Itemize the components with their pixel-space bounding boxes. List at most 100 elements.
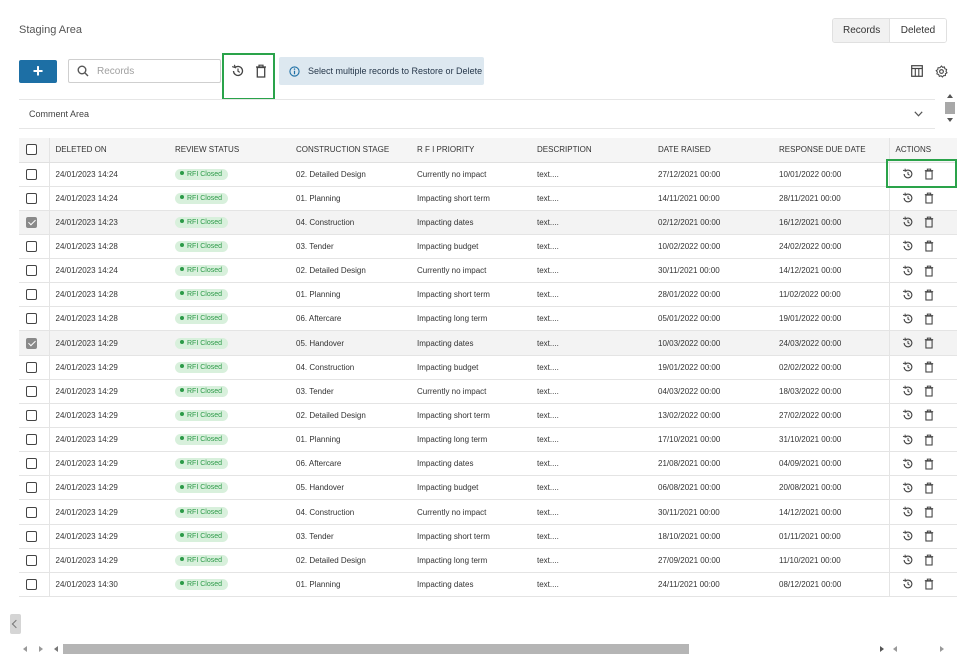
trash-icon[interactable] [924, 361, 934, 373]
restore-icon[interactable] [902, 192, 914, 204]
row-checkbox[interactable] [26, 337, 37, 349]
restore-icon[interactable] [902, 434, 914, 446]
row-checkbox[interactable] [26, 265, 37, 277]
scroll-thumb[interactable] [945, 102, 955, 114]
restore-icon[interactable] [902, 337, 914, 349]
row-checkbox[interactable] [26, 458, 37, 470]
restore-icon[interactable] [902, 530, 914, 542]
table-row[interactable]: 24/01/2023 14:29 RFI Closed 06. Aftercare I… [19, 451, 957, 477]
restore-icon[interactable] [902, 385, 914, 397]
restore-icon[interactable] [902, 289, 914, 301]
table-row[interactable]: 24/01/2023 14:29 RFI Closed 02. Detailed D… [19, 548, 957, 573]
scroll-right-arrow[interactable] [39, 646, 43, 652]
table-row[interactable]: 24/01/2023 14:29 RFI Closed 04. Constructi… [19, 499, 957, 525]
trash-icon[interactable] [924, 313, 934, 325]
restore-icon[interactable] [902, 216, 914, 228]
table-row[interactable]: 24/01/2023 14:29 RFI Closed 03. Tender Impa… [19, 524, 957, 549]
table-row[interactable]: 24/01/2023 14:28 RFI Closed 03. Tender Impa… [19, 234, 957, 260]
trash-icon[interactable] [924, 337, 934, 349]
trash-icon[interactable] [924, 554, 934, 566]
restore-icon[interactable] [902, 482, 914, 494]
row-checkbox[interactable] [26, 385, 37, 397]
scroll-left-arrow[interactable] [23, 646, 27, 652]
scroll-right-arrow[interactable] [880, 646, 884, 652]
search-box[interactable] [68, 59, 221, 83]
trash-icon[interactable] [924, 240, 934, 253]
row-checkbox[interactable] [26, 409, 37, 421]
scroll-left-arrow[interactable] [54, 646, 58, 652]
chevron-down-icon[interactable] [914, 111, 923, 117]
trash-icon[interactable] [924, 289, 934, 301]
comment-area[interactable]: Comment Area [19, 99, 935, 129]
trash-icon[interactable] [924, 530, 934, 542]
row-checkbox[interactable] [26, 434, 37, 446]
scroll-thumb[interactable] [63, 644, 689, 654]
table-row[interactable]: 24/01/2023 14:30 RFI Closed 01. Planning Im… [19, 572, 957, 598]
row-checkbox[interactable] [26, 361, 37, 373]
collapse-panel-button[interactable] [10, 614, 21, 634]
col-construction-stage[interactable]: CONSTRUCTION STAGE [290, 138, 411, 163]
deleted-tab[interactable]: Deleted [890, 19, 946, 42]
trash-icon[interactable] [924, 409, 934, 422]
trash-icon[interactable] [924, 216, 934, 228]
row-checkbox[interactable] [26, 554, 37, 566]
col-date-raised[interactable]: DATE RAISED [652, 138, 773, 163]
restore-icon[interactable] [902, 409, 914, 421]
table-row[interactable]: 24/01/2023 14:29 RFI Closed 03. Tender Curr… [19, 379, 957, 404]
restore-icon[interactable] [902, 554, 914, 566]
row-checkbox[interactable] [26, 192, 37, 204]
col-response-due-date[interactable]: RESPONSE DUE DATE [773, 138, 889, 163]
col-review-status[interactable]: REVIEW STATUS [169, 138, 290, 163]
table-row[interactable]: 24/01/2023 14:29 RFI Closed 02. Detailed D… [19, 403, 957, 429]
restore-icon[interactable] [902, 578, 914, 590]
table-row[interactable]: 24/01/2023 14:29 RFI Closed 04. Constructi… [19, 355, 957, 380]
restore-icon[interactable] [231, 64, 245, 78]
row-checkbox[interactable] [26, 313, 37, 325]
table-row[interactable]: 24/01/2023 14:24 RFI Closed 02. Detailed D… [19, 162, 957, 187]
horizontal-scrollbar[interactable] [19, 642, 949, 656]
row-checkbox[interactable] [26, 506, 37, 518]
table-row[interactable]: 24/01/2023 14:24 RFI Closed 01. Planning Im… [19, 186, 957, 211]
trash-icon[interactable] [924, 192, 934, 204]
restore-icon[interactable] [902, 240, 914, 252]
vertical-scrollbar[interactable] [944, 94, 956, 126]
row-checkbox[interactable] [26, 578, 37, 590]
select-all-checkbox[interactable] [26, 144, 37, 156]
trash-icon[interactable] [924, 385, 934, 397]
trash-icon[interactable] [924, 578, 934, 590]
row-checkbox[interactable] [26, 216, 37, 228]
table-row[interactable]: 24/01/2023 14:28 RFI Closed 06. Aftercare I… [19, 306, 957, 332]
table-row[interactable]: 24/01/2023 14:29 RFI Closed 01. Planning Im… [19, 427, 957, 453]
row-checkbox[interactable] [26, 240, 37, 252]
scroll-down-arrow[interactable] [947, 118, 953, 122]
row-checkbox[interactable] [26, 530, 37, 542]
restore-icon[interactable] [902, 361, 914, 373]
scroll-left-arrow[interactable] [893, 646, 897, 652]
scroll-up-arrow[interactable] [947, 94, 953, 98]
row-checkbox[interactable] [26, 289, 37, 301]
row-checkbox[interactable] [26, 168, 37, 180]
records-tab[interactable]: Records [833, 19, 890, 42]
trash-icon[interactable] [924, 458, 934, 470]
trash-icon[interactable] [924, 482, 934, 494]
restore-icon[interactable] [902, 265, 914, 277]
col-deleted-on[interactable]: DELETED ON [49, 138, 169, 163]
table-row[interactable]: 24/01/2023 14:29 RFI Closed 05. Handover Im… [19, 475, 957, 501]
col-description[interactable]: DESCRIPTION [531, 138, 652, 163]
trash-icon[interactable] [255, 64, 267, 78]
restore-icon[interactable] [902, 506, 914, 518]
restore-icon[interactable] [902, 458, 914, 470]
row-checkbox[interactable] [26, 482, 37, 494]
trash-icon[interactable] [924, 265, 934, 277]
trash-icon[interactable] [924, 434, 934, 446]
scroll-right-arrow[interactable] [940, 646, 944, 652]
col-rfi-priority[interactable]: R F I PRIORITY [411, 138, 531, 163]
table-row[interactable]: 24/01/2023 14:29 RFI Closed 05. Handover Im… [19, 330, 957, 356]
gear-icon[interactable] [935, 65, 948, 78]
table-row[interactable]: 24/01/2023 14:24 RFI Closed 02. Detailed D… [19, 258, 957, 284]
table-row[interactable]: 24/01/2023 14:23 RFI Closed 04. Constructi… [19, 210, 957, 235]
table-row[interactable]: 24/01/2023 14:28 RFI Closed 01. Planning Im… [19, 282, 957, 308]
search-input[interactable] [97, 65, 207, 77]
columns-icon[interactable] [911, 65, 923, 77]
trash-icon[interactable] [924, 506, 934, 518]
